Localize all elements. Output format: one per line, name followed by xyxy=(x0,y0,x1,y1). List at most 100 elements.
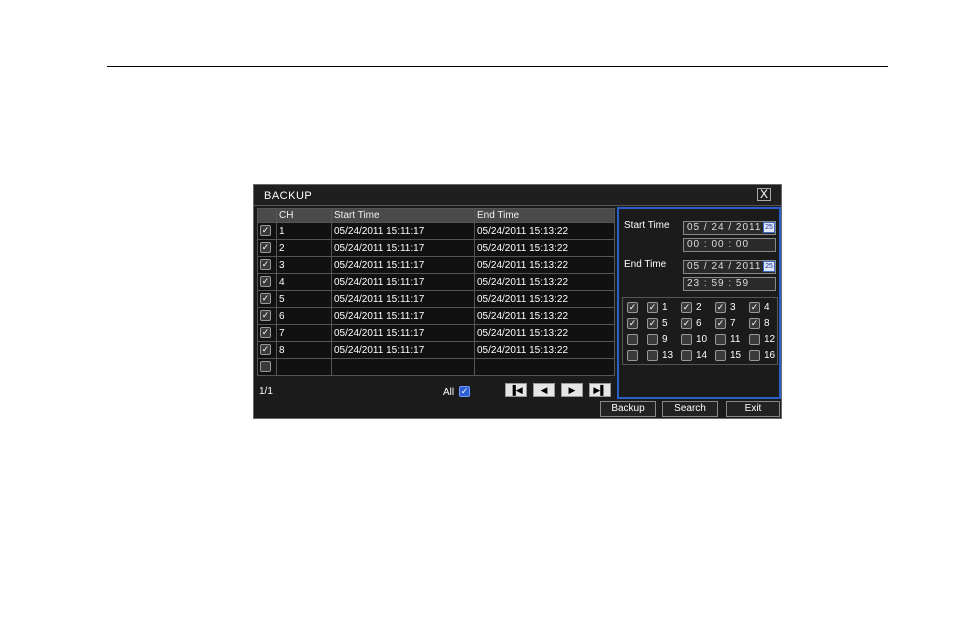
first-page-button[interactable]: ▐◀ xyxy=(505,383,527,397)
row-select-cell xyxy=(257,324,277,342)
channel-checkbox[interactable] xyxy=(627,350,638,361)
channel-checkbox[interactable] xyxy=(749,334,760,345)
channel-label: 6 xyxy=(696,318,702,330)
channel-label: 8 xyxy=(764,318,770,330)
channel-option[interactable]: 4 xyxy=(749,302,770,313)
channel-checkbox[interactable] xyxy=(715,318,726,329)
end-time-field[interactable]: 23 : 59 : 59 xyxy=(683,277,776,291)
channel-label: 11 xyxy=(730,334,741,346)
channel-checkbox[interactable] xyxy=(749,302,760,313)
row-ch: 2 xyxy=(276,239,332,257)
channel-option[interactable]: 8 xyxy=(749,318,770,329)
backup-file-table: CH Start Time End Time 105/24/2011 15:11… xyxy=(257,208,615,376)
channel-checkbox[interactable] xyxy=(681,350,692,361)
channel-checkbox[interactable] xyxy=(715,302,726,313)
row-checkbox[interactable] xyxy=(260,293,271,305)
channel-checkbox[interactable] xyxy=(715,350,726,361)
channel-checkbox[interactable] xyxy=(749,318,760,329)
row-select-cell xyxy=(257,358,277,376)
backup-button[interactable]: Backup xyxy=(600,401,656,417)
channel-option[interactable]: 14 xyxy=(681,350,707,361)
channel-checkbox[interactable] xyxy=(647,334,658,345)
channel-label: 14 xyxy=(696,350,708,362)
channel-checkbox[interactable] xyxy=(647,302,658,313)
row-start-time: 05/24/2011 15:11:17 xyxy=(331,341,475,359)
table-row[interactable]: 705/24/2011 15:11:1705/24/2011 15:13:22 xyxy=(257,324,615,342)
row-select-cell xyxy=(257,290,277,308)
channel-option[interactable]: 13 xyxy=(647,350,673,361)
row-checkbox[interactable] xyxy=(260,242,271,254)
channel-row-select-all[interactable] xyxy=(627,350,642,361)
channel-option[interactable]: 5 xyxy=(647,318,668,329)
close-button[interactable]: X xyxy=(757,188,771,201)
table-row[interactable] xyxy=(257,358,615,376)
channel-checkbox[interactable] xyxy=(715,334,726,345)
row-ch: 6 xyxy=(276,307,332,325)
channel-option[interactable]: 11 xyxy=(715,334,740,345)
channel-checkbox[interactable] xyxy=(627,302,638,313)
channel-checkbox[interactable] xyxy=(627,334,638,345)
channel-option[interactable]: 7 xyxy=(715,318,736,329)
channel-checkbox[interactable] xyxy=(681,318,692,329)
channel-checkbox[interactable] xyxy=(681,334,692,345)
row-checkbox[interactable] xyxy=(260,310,271,322)
table-row[interactable]: 505/24/2011 15:11:1705/24/2011 15:13:22 xyxy=(257,290,615,308)
row-checkbox[interactable] xyxy=(260,361,271,373)
channel-checkbox[interactable] xyxy=(749,350,760,361)
select-all-checkbox[interactable] xyxy=(459,386,470,397)
channel-label: 4 xyxy=(764,302,770,314)
channel-checkbox[interactable] xyxy=(647,318,658,329)
table-row[interactable]: 205/24/2011 15:11:1705/24/2011 15:13:22 xyxy=(257,239,615,257)
row-checkbox[interactable] xyxy=(260,327,271,339)
row-checkbox[interactable] xyxy=(260,344,271,356)
row-end-time: 05/24/2011 15:13:22 xyxy=(474,273,615,291)
table-row[interactable]: 805/24/2011 15:11:1705/24/2011 15:13:22 xyxy=(257,341,615,359)
table-row[interactable]: 105/24/2011 15:11:1705/24/2011 15:13:22 xyxy=(257,222,615,240)
channel-option[interactable]: 9 xyxy=(647,334,668,345)
channel-label: 16 xyxy=(764,350,776,362)
row-checkbox[interactable] xyxy=(260,259,271,271)
row-checkbox[interactable] xyxy=(260,276,271,288)
calendar-icon[interactable]: 25 xyxy=(763,261,775,272)
row-checkbox[interactable] xyxy=(260,225,271,237)
channel-option[interactable]: 16 xyxy=(749,350,775,361)
last-page-button[interactable]: ▶▌ xyxy=(589,383,611,397)
channel-checkbox[interactable] xyxy=(627,318,638,329)
channel-option[interactable]: 10 xyxy=(681,334,707,345)
prev-page-button[interactable]: ◀ xyxy=(533,383,555,397)
channel-label: 3 xyxy=(730,302,736,314)
exit-button[interactable]: Exit xyxy=(726,401,780,417)
row-start-time: 05/24/2011 15:11:17 xyxy=(331,239,475,257)
page-indicator: 1/1 xyxy=(259,386,273,397)
channel-row-select-all[interactable] xyxy=(627,318,642,329)
row-select-cell xyxy=(257,307,277,325)
row-select-cell xyxy=(257,256,277,274)
channel-checkbox[interactable] xyxy=(681,302,692,313)
page-divider xyxy=(107,66,888,67)
channel-option[interactable]: 1 xyxy=(647,302,668,313)
search-button[interactable]: Search xyxy=(662,401,718,417)
table-row[interactable]: 305/24/2011 15:11:1705/24/2011 15:13:22 xyxy=(257,256,615,274)
row-end-time: 05/24/2011 15:13:22 xyxy=(474,341,615,359)
channel-option[interactable]: 12 xyxy=(749,334,775,345)
start-time-field[interactable]: 00 : 00 : 00 xyxy=(683,238,776,252)
channel-option[interactable]: 6 xyxy=(681,318,702,329)
row-end-time: 05/24/2011 15:13:22 xyxy=(474,290,615,308)
row-start-time: 05/24/2011 15:11:17 xyxy=(331,222,475,240)
channel-option[interactable]: 15 xyxy=(715,350,741,361)
channel-checkbox[interactable] xyxy=(647,350,658,361)
next-page-button[interactable]: ▶ xyxy=(561,383,583,397)
table-row[interactable]: 605/24/2011 15:11:1705/24/2011 15:13:22 xyxy=(257,307,615,325)
channel-row-select-all[interactable] xyxy=(627,302,642,313)
row-end-time: 05/24/2011 15:13:22 xyxy=(474,256,615,274)
row-start-time: 05/24/2011 15:11:17 xyxy=(331,307,475,325)
search-panel: Start Time 05 / 24 / 2011 25 00 : 00 : 0… xyxy=(617,207,781,399)
channel-row-select-all[interactable] xyxy=(627,334,642,345)
calendar-icon[interactable]: 25 xyxy=(763,222,775,233)
row-end-time: 05/24/2011 15:13:22 xyxy=(474,222,615,240)
table-row[interactable]: 405/24/2011 15:11:1705/24/2011 15:13:22 xyxy=(257,273,615,291)
channel-option[interactable]: 3 xyxy=(715,302,736,313)
channel-option[interactable]: 2 xyxy=(681,302,702,313)
channel-label: 5 xyxy=(662,318,668,330)
channel-label: 7 xyxy=(730,318,736,330)
